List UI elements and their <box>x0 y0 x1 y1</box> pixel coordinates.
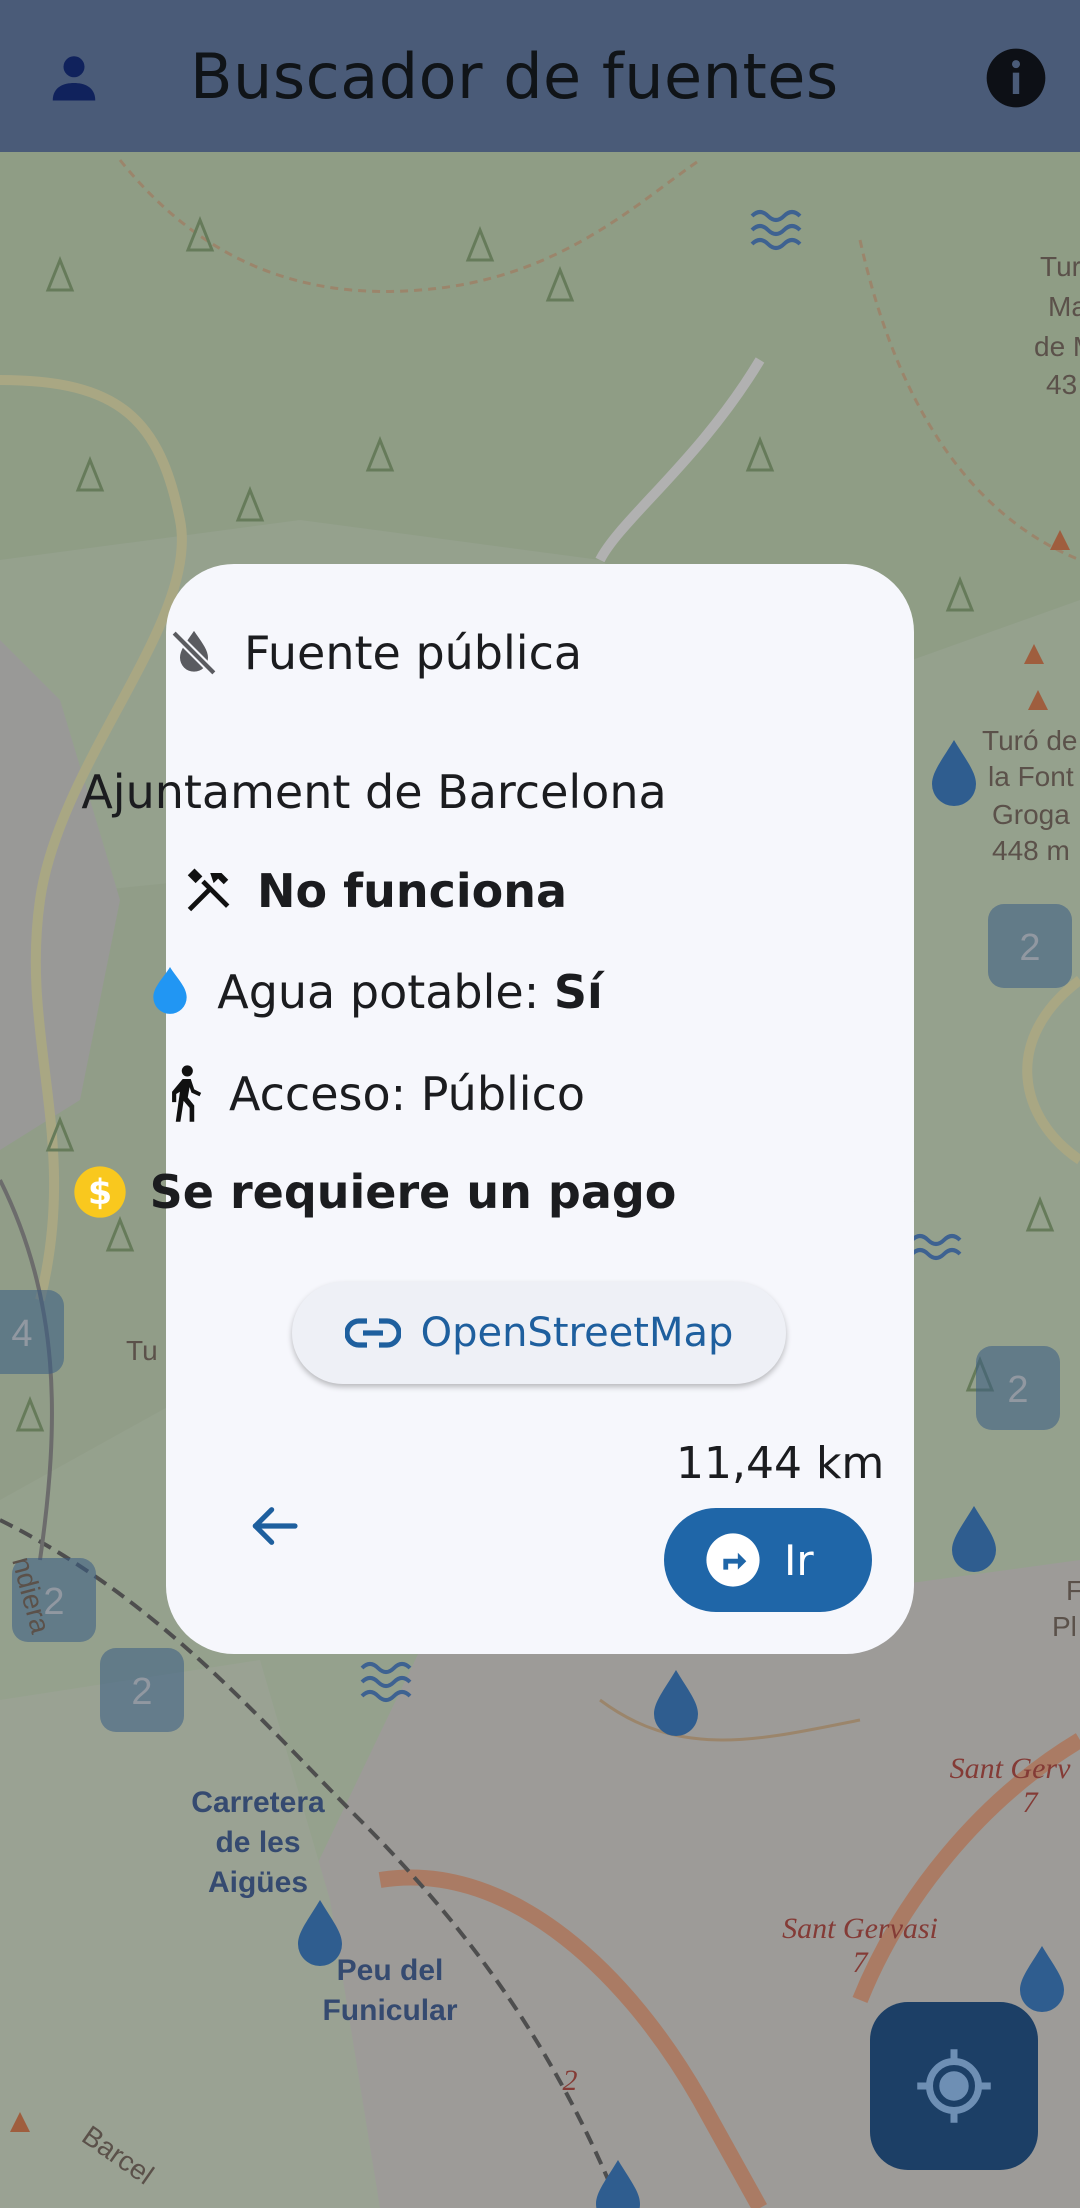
fee-label: Se requiere un pago <box>149 1165 677 1219</box>
fountain-type-label: Fuente pública <box>243 626 583 680</box>
coin-icon: $ <box>72 1164 128 1220</box>
tools-icon <box>181 864 235 918</box>
svg-text:$: $ <box>87 1173 111 1213</box>
drinking-water-row: Agua potable: Sí <box>0 964 748 1020</box>
operator-text: Ajuntament de Barcelona <box>81 765 667 819</box>
directions-icon <box>704 1531 762 1589</box>
drinking-water-label: Agua potable: <box>217 965 554 1019</box>
fee-row: $ Se requiere un pago <box>0 1164 748 1220</box>
distance-text: 11,44 km <box>676 1438 885 1489</box>
fountain-type-row: Fuente pública <box>0 625 748 681</box>
no-water-drop-icon <box>166 625 222 681</box>
openstreetmap-button[interactable]: OpenStreetMap <box>292 1282 786 1384</box>
drinking-water-value: Sí <box>553 965 603 1019</box>
go-label: Ir <box>784 1535 814 1585</box>
app-bar: Buscador de fuentes <box>0 0 1080 152</box>
status-row: No funciona <box>0 864 748 918</box>
back-arrow-icon[interactable] <box>244 1498 304 1554</box>
my-location-button[interactable] <box>870 2002 1038 2170</box>
status-label: No funciona <box>256 864 568 918</box>
link-icon <box>344 1313 401 1353</box>
info-icon[interactable] <box>984 46 1048 110</box>
go-button[interactable]: Ir <box>664 1508 872 1612</box>
water-drop-icon <box>145 964 195 1020</box>
access-row: Acceso: Público <box>0 1064 748 1124</box>
access-label: Acceso: Público <box>228 1067 586 1121</box>
openstreetmap-label: OpenStreetMap <box>420 1310 734 1356</box>
person-icon[interactable] <box>44 48 104 108</box>
walking-person-icon <box>163 1064 207 1124</box>
crosshair-icon <box>917 2049 991 2123</box>
app-title: Buscador de fuentes <box>190 40 839 113</box>
